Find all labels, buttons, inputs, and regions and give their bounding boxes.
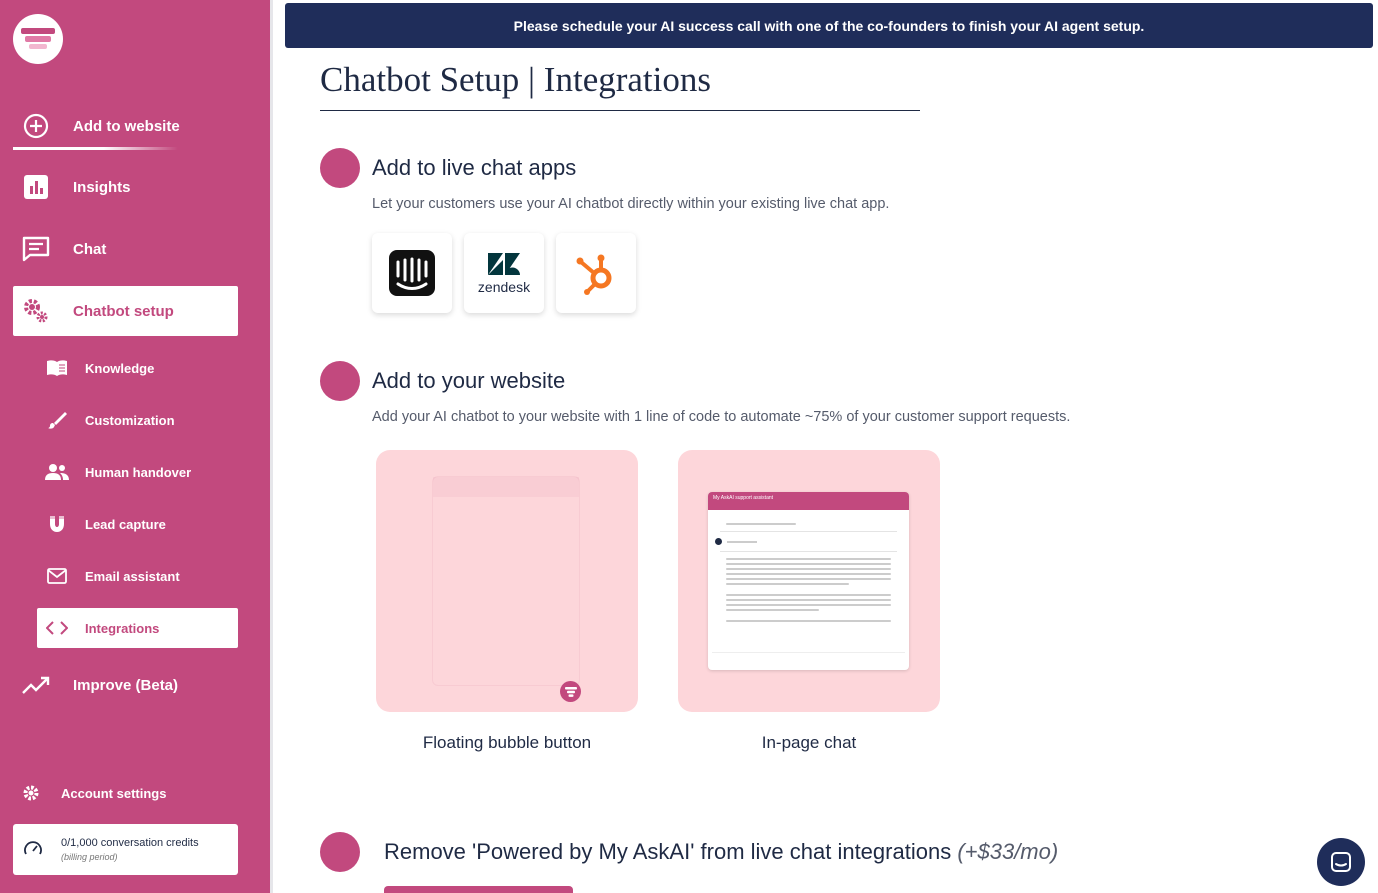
sidebar-subitem-label: Email assistant [85,568,180,584]
chat-icon [22,235,50,263]
sidebar-subitem-email-assistant[interactable]: Email assistant [37,556,238,596]
setup-call-banner[interactable]: Please schedule your AI success call wit… [285,3,1373,48]
mini-chat-input [712,652,905,666]
sidebar-subitem-knowledge[interactable]: Knowledge [37,348,238,388]
website-section-description: Add your AI chatbot to your website with… [372,409,1071,425]
floating-bubble-label: Floating bubble button [422,733,592,752]
in-page-chat-label: In-page chat [761,733,857,752]
trend-up-icon [22,671,50,699]
code-icon [45,616,69,640]
plus-circle-icon [22,112,50,140]
gears-icon [22,297,50,325]
sidebar-item-label: Insights [73,178,131,196]
zendesk-label: zendesk [477,279,531,295]
step-dot [320,832,360,872]
sidebar-subitem-label: Customization [85,412,175,428]
website-section-title: Add to your website [372,368,566,393]
live-chat-section-title: Add to live chat apps [372,155,577,180]
hubspot-logo-icon [576,254,612,295]
book-icon [45,356,69,380]
zendesk-tile[interactable]: zendesk [464,233,544,313]
sidebar-subitem-human-handover[interactable]: Human handover [37,452,238,492]
chat-bubble-icon [560,681,581,702]
users-icon [45,460,69,484]
remove-branding-title: Remove 'Powered by My AskAI' from live c… [384,839,1058,865]
sidebar-item-label: Chatbot setup [73,302,174,320]
sidebar-item-chatbot-setup[interactable]: Chatbot setup [13,286,238,336]
account-settings-label: Account settings [61,785,167,801]
live-chat-section-description: Let your customers use your AI chatbot d… [372,196,890,212]
user-avatar-icon [715,538,722,545]
credits-count: 0/1,000 conversation credits [61,837,199,849]
sidebar-item-label: Chat [73,240,107,258]
gauge-icon [23,839,45,861]
chat-launcher-button[interactable] [1317,838,1365,886]
sidebar-item-chat[interactable]: Chat [13,234,106,264]
sidebar-subitem-label: Lead capture [85,516,166,532]
intercom-logo-icon [389,250,435,296]
brush-icon [45,408,69,432]
sidebar-subitem-lead-capture[interactable]: Lead capture [37,504,238,544]
banner-text: Please schedule your AI success call wit… [513,17,1145,34]
mini-chat-title: My AskAI support assistant [713,495,774,501]
logo-icon [21,28,55,49]
step-dot [320,361,360,401]
faded-chat-window [432,476,580,686]
active-section-underline [13,147,178,150]
gear-icon [20,782,42,804]
sidebar-divider [270,0,273,893]
sidebar-item-improve[interactable]: Improve (Beta) [13,670,178,700]
sidebar-subitem-customization[interactable]: Customization [37,400,238,440]
account-settings-link[interactable]: Account settings [13,780,166,806]
mini-chat-header: My AskAI support assistant [708,492,909,510]
sidebar-subitem-integrations[interactable]: Integrations [37,608,238,648]
sidebar-subitem-label: Knowledge [85,360,155,376]
remove-branding-price: (+$33/mo) [957,839,1059,864]
sidebar-item-add-to-website[interactable]: Add to website [13,111,180,141]
title-divider [320,110,920,111]
intercom-tile[interactable] [372,233,452,313]
zendesk-logo-icon [488,253,520,275]
envelope-icon [45,564,69,588]
sidebar-item-insights[interactable]: Insights [13,172,131,202]
mini-chat-widget: My AskAI support assistant [708,492,909,670]
magnet-icon [45,512,69,536]
remove-branding-button[interactable] [384,886,573,893]
app-logo[interactable] [13,14,63,64]
page-title: Chatbot Setup | Integrations [320,60,711,99]
bar-chart-icon [22,173,50,201]
sidebar-subitem-label: Human handover [85,464,192,480]
hubspot-tile[interactable] [556,233,636,313]
step-dot [320,148,360,188]
chat-window-icon [1331,852,1351,872]
credits-period: (billing period) [61,852,118,862]
credits-card[interactable]: 0/1,000 conversation credits (billing pe… [13,824,238,875]
sidebar-subitem-label: Integrations [85,620,160,636]
sidebar-item-label: Improve (Beta) [73,676,179,694]
remove-branding-text: Remove 'Powered by My AskAI' from live c… [384,839,952,864]
sidebar-item-label: Add to website [73,117,180,135]
